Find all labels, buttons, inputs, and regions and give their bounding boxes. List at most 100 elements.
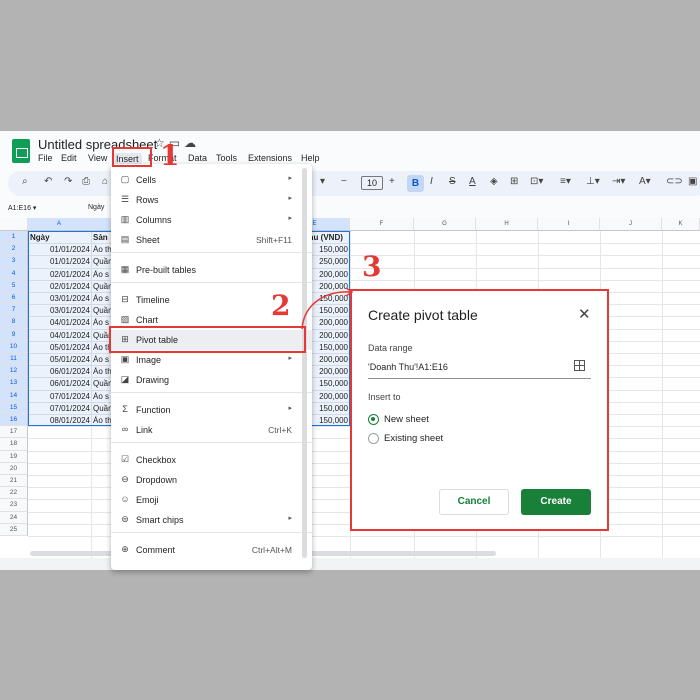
menu-item-cells[interactable]: ▢ Cells ▸	[111, 170, 312, 190]
increase-font-icon[interactable]: +	[389, 176, 395, 187]
cloud-icon[interactable]: ☁	[184, 136, 200, 150]
cell-product[interactable]: Quần	[93, 306, 113, 315]
align-icon[interactable]: ≡▾	[560, 176, 571, 187]
row-header[interactable]: 2	[0, 243, 28, 256]
wrap-icon[interactable]: ⇥▾	[612, 176, 625, 187]
cell-date[interactable]: 01/01/2024	[30, 257, 90, 266]
cell-header-date[interactable]: Ngày	[30, 233, 50, 242]
font-size-input[interactable]: 10	[361, 176, 383, 190]
row-header[interactable]: 24	[0, 511, 28, 524]
column-header[interactable]: K	[662, 218, 700, 231]
decrease-font-icon[interactable]: −	[341, 176, 347, 187]
rotate-icon[interactable]: A▾	[639, 176, 651, 187]
search-icon[interactable]: ⌕	[22, 176, 28, 187]
row-header[interactable]: 13	[0, 377, 28, 390]
cell-revenue[interactable]: 200,000	[310, 355, 348, 364]
cell-revenue[interactable]: 150,000	[310, 245, 348, 254]
cell-product[interactable]: Quần	[93, 379, 113, 388]
row-header[interactable]: 23	[0, 499, 28, 512]
menu-item-link[interactable]: ∞ Link Ctrl+K	[111, 420, 312, 440]
menu-file[interactable]: File	[38, 153, 53, 163]
comment-icon[interactable]: ▣	[688, 176, 697, 187]
row-header[interactable]: 11	[0, 353, 28, 366]
print-icon[interactable]: ⎙	[82, 176, 90, 187]
menu-item-function[interactable]: Σ Function ▸	[111, 400, 312, 420]
row-header[interactable]: 25	[0, 523, 28, 536]
cell-product[interactable]: Quần	[93, 282, 113, 291]
link-icon[interactable]: ⊂⊃	[666, 176, 683, 187]
row-header[interactable]: 5	[0, 279, 28, 292]
merge-icon[interactable]: ⊡▾	[530, 176, 543, 187]
row-header[interactable]: 22	[0, 487, 28, 500]
cell-date[interactable]: 04/01/2024	[30, 318, 90, 327]
valign-icon[interactable]: ⊥▾	[586, 176, 600, 187]
cell-product[interactable]: Áo th	[93, 367, 113, 376]
cell-revenue[interactable]: 150,000	[310, 343, 348, 352]
sheets-logo-icon[interactable]	[12, 139, 30, 163]
row-header[interactable]: 18	[0, 438, 28, 451]
paint-format-icon[interactable]: ⌂	[102, 176, 108, 187]
row-header[interactable]: 19	[0, 450, 28, 463]
row-header[interactable]: 21	[0, 475, 28, 488]
row-header[interactable]: 9	[0, 328, 28, 341]
cell-product[interactable]: Áo s	[93, 270, 113, 279]
cell-revenue[interactable]: 150,000	[310, 379, 348, 388]
menu-item-sheet[interactable]: ▤ Sheet Shift+F11	[111, 230, 312, 250]
strikethrough-button[interactable]: S	[449, 176, 456, 187]
row-header[interactable]: 16	[0, 414, 28, 427]
cell-date[interactable]: 07/01/2024	[30, 404, 90, 413]
row-header[interactable]: 3	[0, 255, 28, 268]
cell-date[interactable]: 03/01/2024	[30, 306, 90, 315]
cell-product[interactable]: Áo s	[93, 294, 113, 303]
row-header[interactable]: 8	[0, 316, 28, 329]
cell-product[interactable]: Áo s	[93, 355, 113, 364]
menu-item-smart-chips[interactable]: ⊜ Smart chips ▸	[111, 510, 312, 530]
cell-product[interactable]: Quần	[93, 404, 113, 413]
menu-view[interactable]: View	[88, 153, 107, 163]
cell-header-product[interactable]: Sản	[93, 233, 113, 242]
text-color-button[interactable]: A	[469, 176, 476, 187]
cell-date[interactable]: 01/01/2024	[30, 245, 90, 254]
cell-date[interactable]: 07/01/2024	[30, 392, 90, 401]
italic-button[interactable]: I	[430, 176, 433, 187]
menu-item-drawing[interactable]: ◪ Drawing	[111, 370, 312, 390]
row-header[interactable]: 7	[0, 304, 28, 317]
menu-item-rows[interactable]: ☰ Rows ▸	[111, 190, 312, 210]
menu-data[interactable]: Data	[188, 153, 207, 163]
cell-revenue[interactable]: 200,000	[310, 367, 348, 376]
column-header[interactable]: I	[538, 218, 600, 231]
cell-date[interactable]: 05/01/2024	[30, 343, 90, 352]
column-header[interactable]: F	[350, 218, 414, 231]
row-header[interactable]: 14	[0, 389, 28, 402]
menu-item-columns[interactable]: ▥ Columns ▸	[111, 210, 312, 230]
undo-icon[interactable]: ↶	[44, 176, 52, 187]
menu-item-comment[interactable]: ⊕ Comment Ctrl+Alt+M	[111, 540, 312, 560]
font-chevron-down-icon[interactable]: ▾	[320, 176, 325, 187]
cell-product[interactable]: Áo th	[93, 245, 113, 254]
menu-scrollbar[interactable]	[302, 168, 307, 558]
cell-date[interactable]: 02/01/2024	[30, 270, 90, 279]
menu-help[interactable]: Help	[301, 153, 320, 163]
formula-input[interactable]: Ngày	[88, 204, 104, 211]
cell-product[interactable]: Áo s	[93, 392, 113, 401]
menu-item-dropdown[interactable]: ⊖ Dropdown	[111, 470, 312, 490]
row-header[interactable]: 17	[0, 426, 28, 439]
menu-item-checkbox[interactable]: ☑ Checkbox	[111, 450, 312, 470]
column-header[interactable]: H	[476, 218, 538, 231]
redo-icon[interactable]: ↷	[64, 176, 72, 187]
bold-button[interactable]: B	[407, 175, 424, 192]
cell-revenue[interactable]: 250,000	[310, 257, 348, 266]
cell-revenue[interactable]: 200,000	[310, 392, 348, 401]
cell-product[interactable]: Áo th	[93, 416, 113, 425]
row-header[interactable]: 10	[0, 340, 28, 353]
cell-date[interactable]: 05/01/2024	[30, 355, 90, 364]
cell-product[interactable]: Quần	[93, 257, 113, 266]
row-header[interactable]: 20	[0, 462, 28, 475]
menu-extensions[interactable]: Extensions	[248, 153, 292, 163]
cell-date[interactable]: 02/01/2024	[30, 282, 90, 291]
cell-revenue[interactable]: 150,000	[310, 416, 348, 425]
menu-item-prebuilt-tables[interactable]: ▦ Pre-built tables	[111, 260, 312, 280]
column-header[interactable]: J	[600, 218, 662, 231]
column-header[interactable]: G	[414, 218, 476, 231]
row-header[interactable]: 4	[0, 267, 28, 280]
